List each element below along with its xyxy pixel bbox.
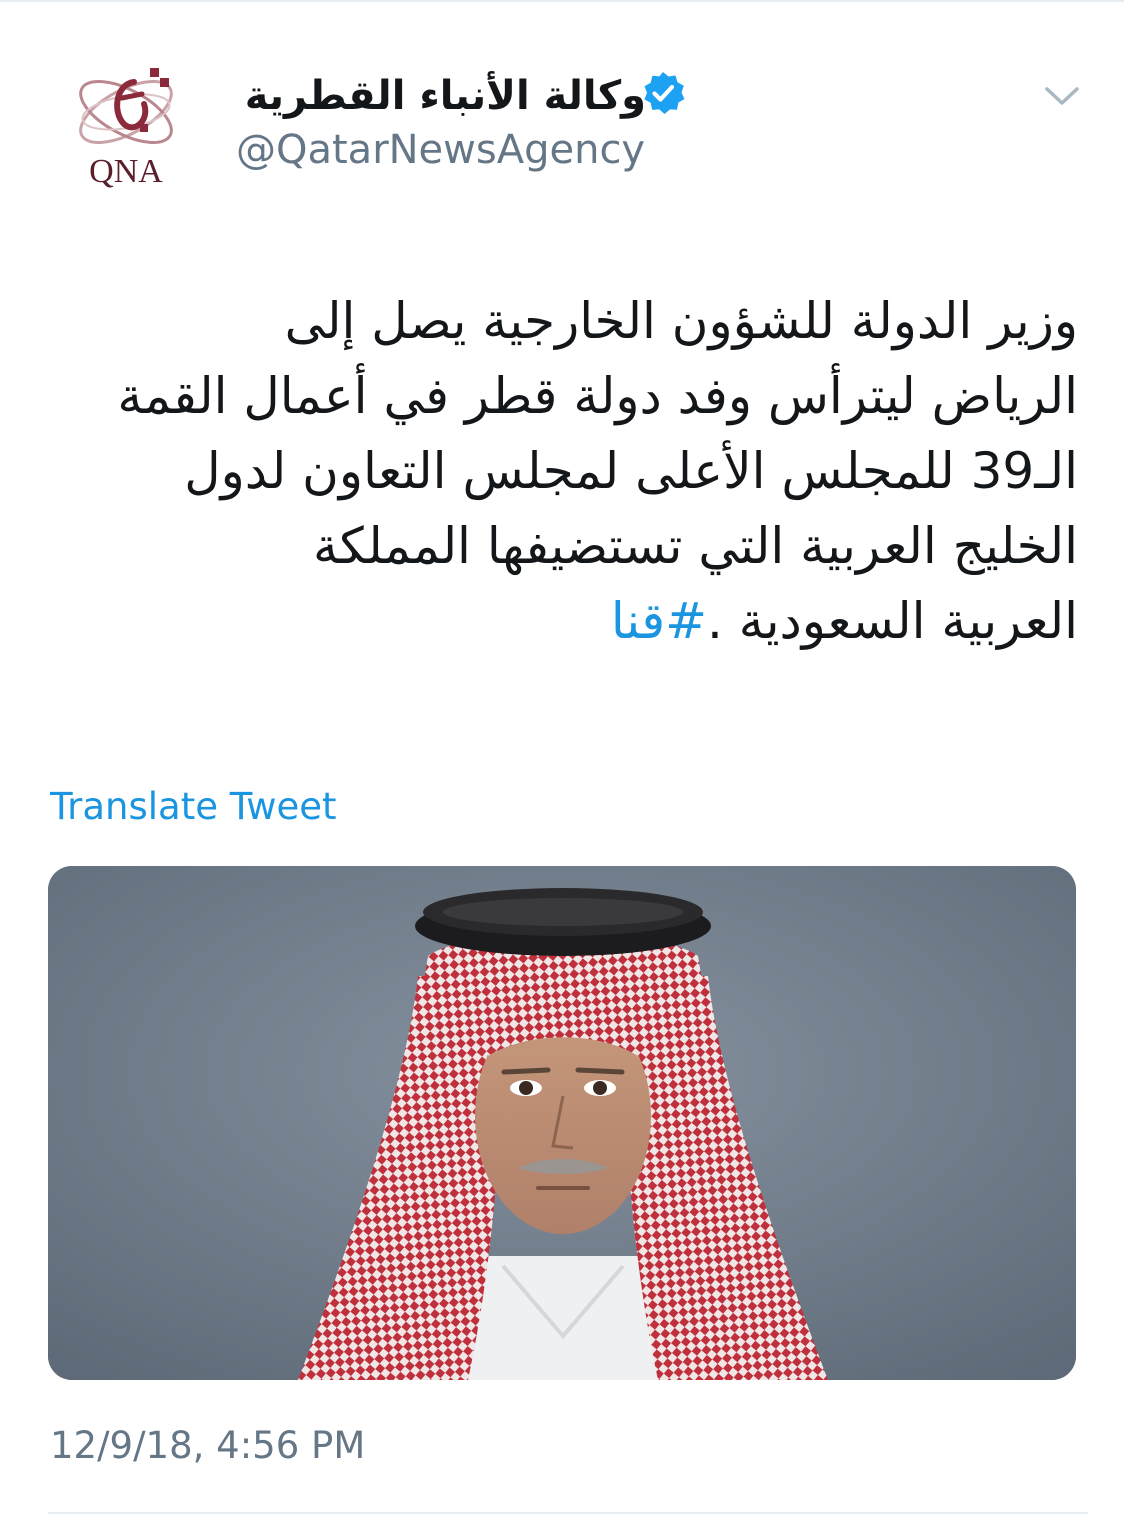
tweet-timestamp[interactable]: 12/9/18, 4:56 PM	[50, 1418, 365, 1474]
author-handle[interactable]: @QatarNewsAgency	[236, 120, 645, 180]
tweet-text-line: وزير الدولة للشؤون الخارجية يصل إلى	[284, 292, 1078, 350]
avatar-logo-text: QNA	[89, 153, 163, 190]
portrait-image	[48, 866, 1076, 1380]
tweet-text-line: الخليج العربية التي تستضيفها المملكة	[313, 517, 1078, 575]
tweet-text-line: الرياض ليترأس وفد دولة قطر في أعمال القم…	[117, 367, 1078, 425]
verified-badge-icon	[644, 72, 685, 114]
top-divider	[0, 0, 1124, 2]
author-display-name[interactable]: وكالة الأنباء القطرية	[236, 66, 646, 126]
tweet-text-line: العربية السعودية .	[707, 592, 1078, 650]
hashtag-link[interactable]: #قنا	[611, 592, 707, 650]
tweet-text: وزير الدولة للشؤون الخارجية يصل إلى الري…	[48, 284, 1078, 659]
tweet-text-line: الـ39 للمجلس الأعلى لمجلس التعاون لدول	[184, 442, 1078, 500]
qna-logo: QNA	[79, 68, 173, 190]
translate-tweet-link[interactable]: Translate Tweet	[50, 780, 337, 834]
bottom-divider	[48, 1512, 1088, 1514]
tweet-text-last-line: العربية السعودية .#قنا	[48, 584, 1078, 659]
author-avatar[interactable]: QNA	[64, 54, 188, 190]
chevron-down-icon[interactable]	[1040, 80, 1084, 112]
tweet-photo[interactable]	[48, 866, 1076, 1380]
